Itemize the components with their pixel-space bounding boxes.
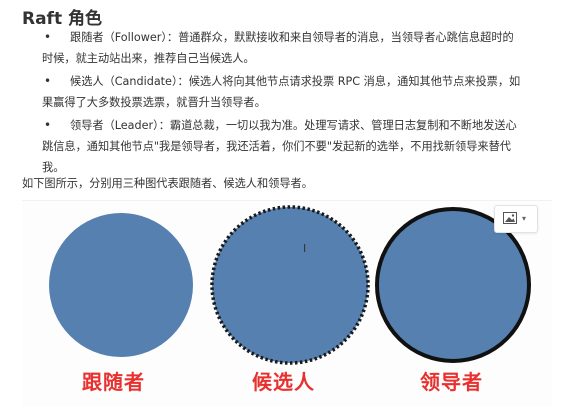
label-follower: 跟随者	[82, 370, 145, 394]
image-icon	[503, 212, 517, 224]
chevron-down-icon: ▾	[522, 214, 527, 223]
label-leader: 领导者	[420, 370, 483, 394]
text-cursor-icon: I	[303, 242, 307, 255]
document-page: Raft 角色 跟随者（Follower）：普通群众，默默接收和来自领导者的消息…	[0, 0, 581, 410]
follower-circle	[49, 213, 193, 357]
label-candidate: 候选人	[252, 370, 315, 394]
candidate-circle	[210, 205, 370, 365]
image-options-button[interactable]: ▾	[494, 205, 538, 233]
